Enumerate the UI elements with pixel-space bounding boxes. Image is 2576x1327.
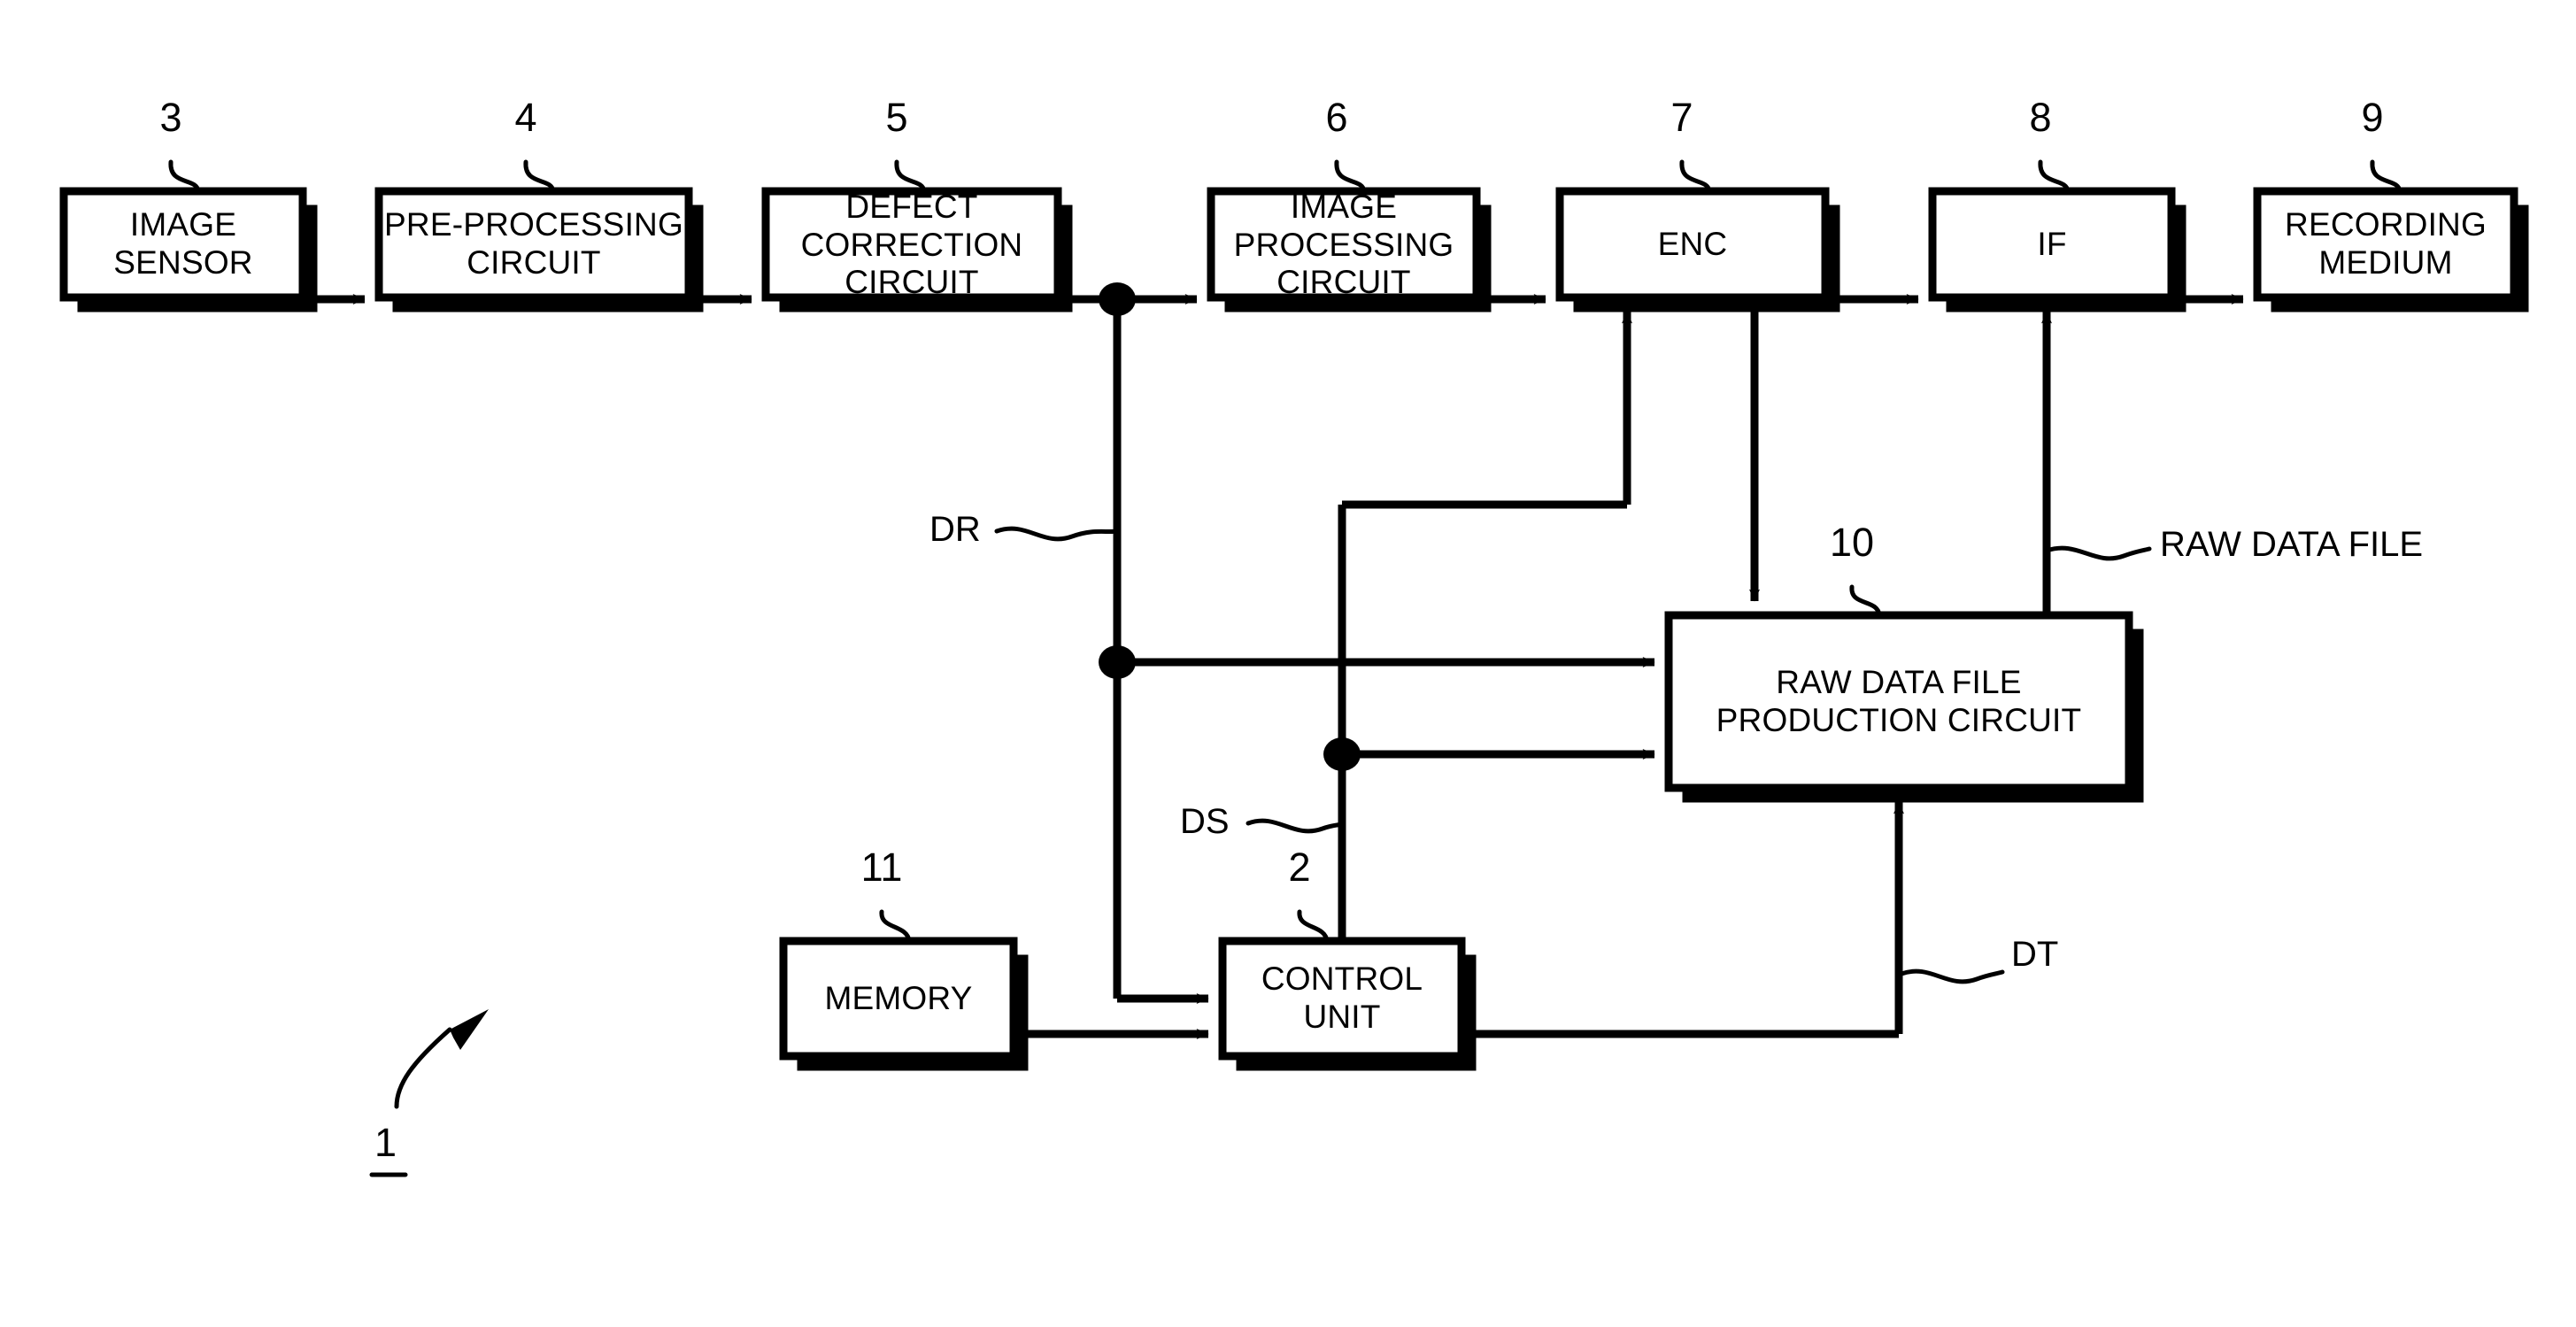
ref-numeral-9: 9 (2361, 95, 2384, 140)
signal-label-dt: DT (2011, 935, 2059, 974)
ref-numeral-6: 6 (1325, 95, 1348, 140)
block-image-sensor[interactable] (59, 187, 318, 312)
signal-label-dr: DR (929, 510, 981, 549)
block-defect-correction-circuit[interactable] (761, 187, 1073, 312)
leader-ref-10 (1849, 584, 1882, 618)
leader-fig-num-1 (394, 1027, 452, 1109)
leader-ref-2 (1297, 909, 1330, 944)
ref-numeral-10: 10 (1829, 520, 1875, 565)
signal-label-ds: DS (1180, 802, 1230, 841)
block-recording-medium[interactable] (2253, 187, 2529, 312)
leader-ref-3 (168, 159, 201, 194)
block-image-processing-circuit[interactable] (1207, 187, 1492, 312)
leader-ref-11 (879, 909, 912, 944)
leader-label-dr (994, 526, 1120, 542)
block-raw-data-file-production-circuit[interactable] (1664, 611, 2144, 803)
leader-ref-6 (1334, 159, 1367, 194)
block-control-unit[interactable] (1218, 937, 1477, 1071)
ref-numeral-8: 8 (2029, 95, 2052, 140)
ref-numeral-2: 2 (1288, 845, 1311, 890)
leader-ref-4 (523, 159, 556, 194)
block-if[interactable] (1928, 187, 2187, 312)
figure-reference-numeral-1: 1 (374, 1120, 397, 1165)
leader-ref-8 (2038, 159, 2071, 194)
junction-dot-dr-top (1099, 282, 1136, 316)
block-pre-processing-circuit[interactable] (374, 187, 704, 312)
leader-label-raw-data-file (2044, 545, 2152, 561)
ref-numeral-5: 5 (885, 95, 908, 140)
signal-label-raw-data-file: RAW DATA FILE (2160, 525, 2424, 564)
ref-numeral-3: 3 (159, 95, 182, 140)
junction-dot-ds (1323, 737, 1361, 771)
leader-label-ds (1246, 818, 1345, 834)
block-enc[interactable] (1555, 187, 1840, 312)
arrowhead-fig-num-1 (450, 1009, 489, 1050)
leader-ref-5 (894, 159, 927, 194)
figure-canvas: IMAGE SENSOR PRE-PROCESSING CIRCUIT DEFE… (0, 0, 2576, 1327)
leader-label-dt (1899, 968, 2005, 984)
ref-numeral-4: 4 (514, 95, 537, 140)
block-shapes (59, 187, 2529, 1071)
block-memory[interactable] (779, 937, 1029, 1071)
ref-numeral-11: 11 (860, 845, 903, 890)
junction-dots (1099, 282, 1361, 771)
junction-dot-dr-mid (1099, 645, 1136, 679)
leader-ref-7 (1679, 159, 1712, 194)
leader-ref-9 (2370, 159, 2402, 194)
ref-numeral-7: 7 (1670, 95, 1693, 140)
